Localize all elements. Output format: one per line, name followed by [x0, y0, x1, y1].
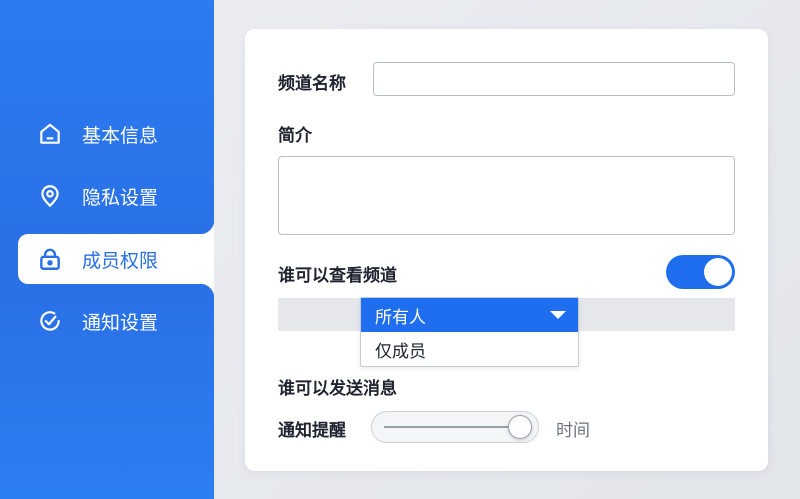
- sidebar: 基本信息 隐私设置 成员权限 通知设置: [0, 0, 214, 499]
- dropdown-option-label: 仅成员: [375, 341, 426, 362]
- intro-textarea[interactable]: [278, 156, 735, 235]
- dropdown-selected-option[interactable]: 所有人: [361, 298, 578, 332]
- channel-name-input[interactable]: [373, 62, 735, 96]
- notify-slider[interactable]: [371, 411, 539, 443]
- check-circle-icon: [36, 307, 64, 335]
- who-can-view-label: 谁可以查看频道: [278, 266, 397, 286]
- toggle-knob: [704, 258, 732, 286]
- caret-down-icon: [550, 311, 566, 319]
- notify-slider-caption: 时间: [556, 421, 590, 441]
- intro-label: 简介: [278, 126, 312, 146]
- who-can-view-dropdown[interactable]: 所有人 仅成员: [360, 297, 579, 367]
- dropdown-selected-label: 所有人: [375, 307, 426, 328]
- lock-icon: [36, 245, 64, 273]
- settings-card: 频道名称 简介 谁可以查看频道 所有人 仅成员 谁可以发送消息 通知提醒 时间: [245, 29, 768, 471]
- location-pin-icon: [36, 182, 64, 210]
- sidebar-item-basic-info[interactable]: 基本信息: [18, 109, 214, 159]
- notify-label: 通知提醒: [278, 421, 346, 441]
- sidebar-item-label: 隐私设置: [82, 186, 159, 209]
- sidebar-item-member-permissions[interactable]: 成员权限: [18, 220, 214, 298]
- who-can-view-toggle[interactable]: [666, 255, 735, 289]
- channel-name-label: 频道名称: [278, 74, 346, 94]
- sidebar-item-label: 成员权限: [82, 249, 159, 272]
- sidebar-item-label: 基本信息: [82, 124, 159, 147]
- home-icon: [36, 120, 64, 148]
- who-can-send-label: 谁可以发送消息: [278, 379, 397, 399]
- sidebar-item-privacy[interactable]: 隐私设置: [18, 171, 214, 221]
- sidebar-item-notification-settings[interactable]: 通知设置: [18, 296, 214, 346]
- slider-thumb[interactable]: [508, 415, 532, 439]
- sidebar-item-label: 通知设置: [82, 311, 159, 334]
- slider-track: [384, 426, 522, 428]
- dropdown-option-members-only[interactable]: 仅成员: [361, 332, 578, 366]
